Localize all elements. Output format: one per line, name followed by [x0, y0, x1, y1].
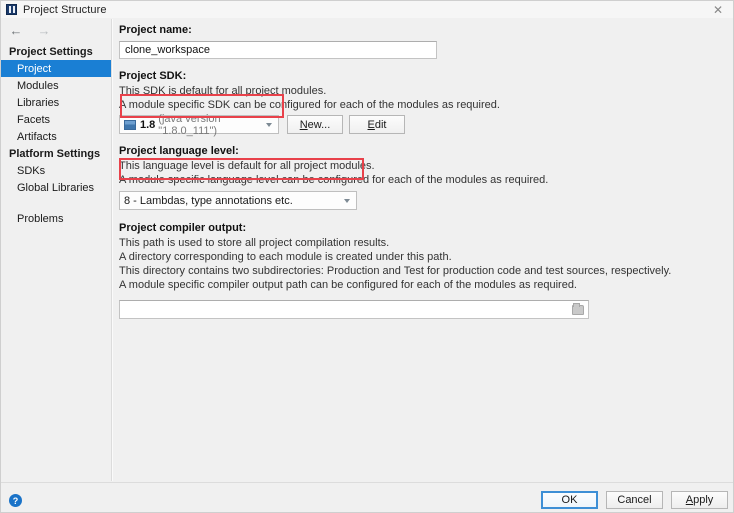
navigation-bar: ← →: [1, 18, 111, 43]
project-sdk-label: Project SDK:: [119, 70, 187, 82]
project-sdk-detail: (java version "1.8.0_111"): [158, 112, 221, 137]
project-sdk-desc-2: A module specific SDK can be configured …: [119, 99, 500, 111]
project-name-value: clone_workspace: [125, 44, 210, 56]
project-sdk-combo[interactable]: 1.8 (java version "1.8.0_111"): [119, 112, 279, 137]
edit-sdk-button[interactable]: Edit: [349, 115, 405, 134]
ok-button[interactable]: OK: [541, 491, 598, 509]
project-sdk-desc-1: This SDK is default for all project modu…: [119, 85, 327, 97]
language-level-desc-1: This language level is default for all p…: [119, 160, 375, 172]
sidebar-item-label: Artifacts: [17, 130, 57, 143]
title-bar: Project Structure ✕: [1, 1, 733, 18]
sidebar-item-label: Libraries: [17, 96, 60, 109]
apply-button[interactable]: Apply: [671, 491, 728, 509]
sidebar-item-facets[interactable]: Facets: [1, 111, 111, 128]
sidebar: Project Settings Project Modules Librari…: [1, 43, 111, 481]
language-level-desc-2: A module specific language level can be …: [119, 174, 549, 186]
compiler-output-label: Project compiler output:: [119, 222, 247, 234]
project-sdk-version: 1.8: [140, 118, 156, 131]
window-title: Project Structure: [23, 3, 107, 16]
sidebar-item-project[interactable]: Project: [1, 60, 111, 77]
sidebar-item-sdks[interactable]: SDKs: [1, 162, 111, 179]
sidebar-item-libraries[interactable]: Libraries: [1, 94, 111, 111]
forward-arrow-icon[interactable]: →: [33, 21, 55, 41]
java-sdk-icon: [124, 119, 136, 130]
cancel-button-label: Cancel: [617, 494, 652, 506]
footer-bar: ? OK Cancel Apply: [1, 483, 733, 512]
help-icon[interactable]: ?: [9, 494, 22, 507]
new-sdk-button-label: New...: [299, 118, 331, 131]
close-icon[interactable]: ✕: [705, 2, 731, 17]
back-arrow-icon[interactable]: ←: [5, 21, 27, 41]
sidebar-group-platform-settings: Platform Settings: [9, 148, 101, 160]
cancel-button[interactable]: Cancel: [606, 491, 663, 509]
chevron-down-icon[interactable]: [344, 198, 350, 203]
sidebar-item-label: Problems: [17, 212, 64, 225]
compiler-output-desc-3: This directory contains two subdirectori…: [119, 265, 672, 277]
sidebar-item-label: Project: [17, 62, 52, 75]
sidebar-item-label: Facets: [17, 113, 51, 126]
new-sdk-button[interactable]: New...: [287, 115, 343, 134]
sidebar-item-problems[interactable]: Problems: [1, 210, 111, 227]
compiler-output-path-input[interactable]: [119, 300, 589, 319]
sidebar-item-label: Modules: [17, 79, 59, 92]
sidebar-item-label: Global Libraries: [17, 181, 95, 194]
compiler-output-desc-4: A module specific compiler output path c…: [119, 279, 577, 291]
folder-icon[interactable]: [572, 303, 584, 315]
compiler-output-desc-2: A directory corresponding to each module…: [119, 251, 452, 263]
edit-sdk-button-label: Edit: [367, 118, 387, 131]
language-level-value: 8 - Lambdas, type annotations etc.: [124, 194, 293, 207]
sidebar-item-global-libraries[interactable]: Global Libraries: [1, 179, 111, 196]
apply-button-label: Apply: [685, 494, 714, 506]
dialog-buttons: OK Cancel Apply: [541, 491, 728, 509]
compiler-output-desc-1: This path is used to store all project c…: [119, 237, 390, 249]
project-name-label: Project name:: [119, 24, 192, 36]
sidebar-item-artifacts[interactable]: Artifacts: [1, 128, 111, 145]
sidebar-group-project-settings: Project Settings: [9, 46, 93, 58]
project-name-input[interactable]: clone_workspace: [119, 41, 437, 59]
language-level-label: Project language level:: [119, 145, 239, 157]
project-structure-dialog: Project Structure ✕ ← → Project Settings…: [0, 0, 734, 513]
chevron-down-icon[interactable]: [266, 122, 272, 127]
language-level-combo[interactable]: 8 - Lambdas, type annotations etc.: [119, 191, 357, 210]
sidebar-item-modules[interactable]: Modules: [1, 77, 111, 94]
settings-content: Project name: clone_workspace Project SD…: [113, 19, 733, 481]
ok-button-label: OK: [561, 494, 578, 506]
sidebar-item-label: SDKs: [17, 164, 46, 177]
project-structure-icon: [6, 4, 17, 15]
